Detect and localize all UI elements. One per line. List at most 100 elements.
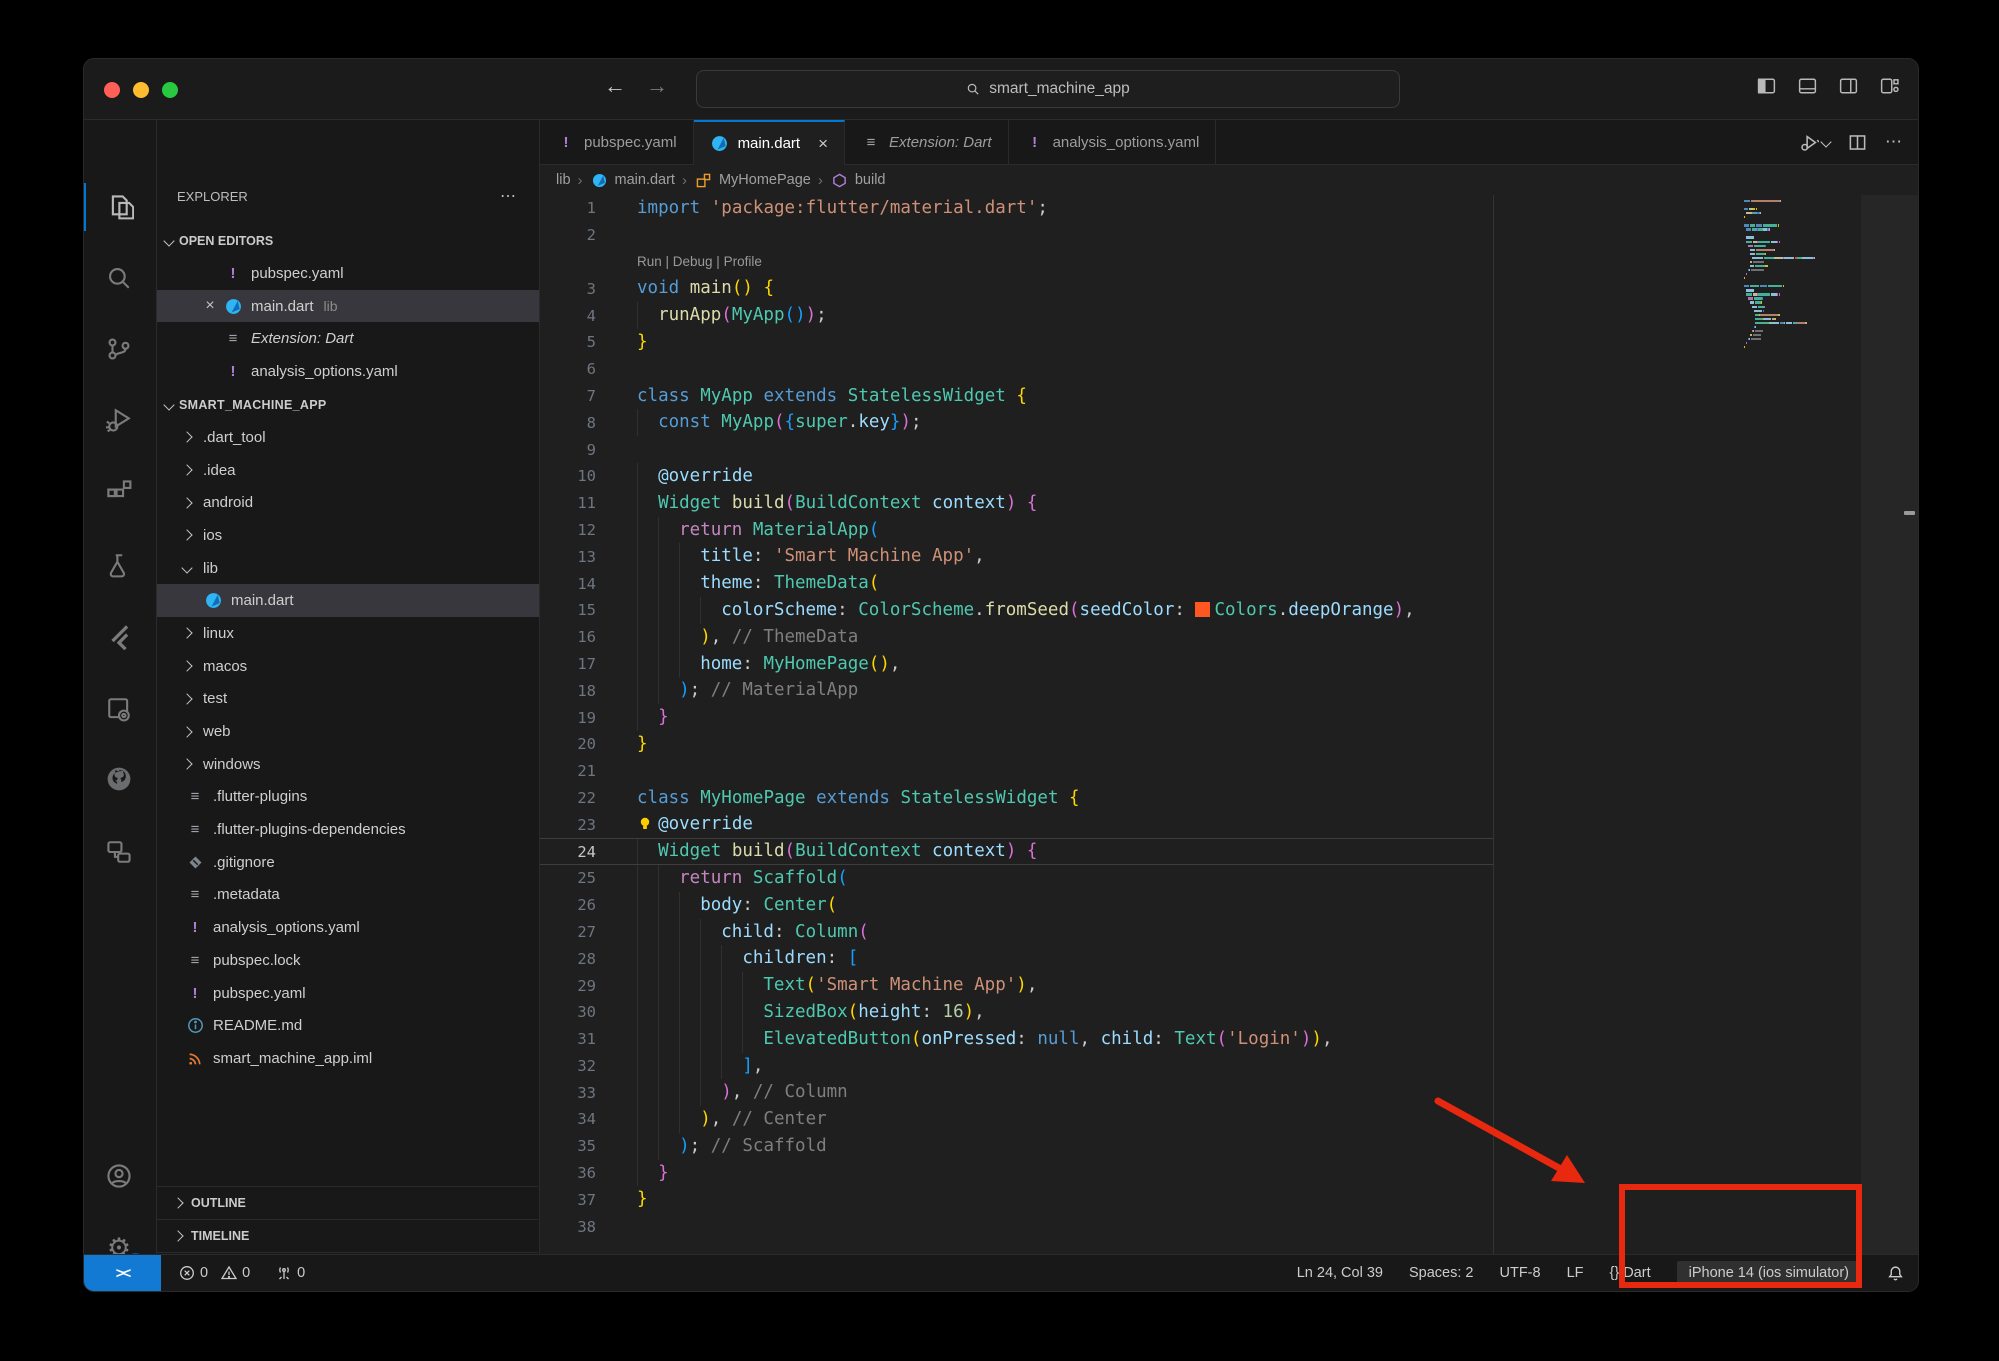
close-window-button[interactable] [104,82,120,98]
code-line-27[interactable]: 27child: Column( [540,919,1918,946]
tree-item-windows[interactable]: windows [157,748,539,781]
code-line-16[interactable]: 16), // ThemeData [540,624,1918,651]
code-line-10[interactable]: 10@override [540,463,1918,490]
open-editor-item[interactable]: ×main.dartlib [157,290,539,323]
tree-item--idea[interactable]: .idea [157,454,539,487]
code-line-3[interactable]: 3void main() { [540,275,1918,302]
code-line-20[interactable]: 20} [540,731,1918,758]
breadcrumb-item-build[interactable]: build [830,170,886,190]
tree-item-linux[interactable]: linux [157,617,539,650]
code-editor[interactable]: 1import 'package:flutter/material.dart';… [540,195,1918,1254]
tree-item--dart-tool[interactable]: .dart_tool [157,421,539,454]
line-col-indicator[interactable]: Ln 24, Col 39 [1297,1265,1383,1281]
project-section-header[interactable]: SMART_MACHINE_APP [165,388,326,421]
code-line-38[interactable]: 38 [540,1213,1918,1240]
code-line-37[interactable]: 37} [540,1186,1918,1213]
tree-item--flutter-plugins-dependencies[interactable]: ≡.flutter-plugins-dependencies [157,813,539,846]
more-actions[interactable]: ⋯ [1885,132,1902,152]
tree-item-smart-machine-app-iml[interactable]: smart_machine_app.iml [157,1042,539,1075]
code-line-18[interactable]: 18); // MaterialApp [540,677,1918,704]
minimize-window-button[interactable] [133,82,149,98]
open-editor-item[interactable]: ≡Extension: Dart [157,322,539,355]
code-line-29[interactable]: 29Text('Smart Machine App'), [540,972,1918,999]
activity-custom-editor-icon[interactable] [84,685,154,733]
code-line-36[interactable]: 36} [540,1160,1918,1187]
activity-remote-explorer-icon[interactable] [84,828,154,876]
code-line-31[interactable]: 31ElevatedButton(onPressed: null, child:… [540,1026,1918,1053]
code-line-5[interactable]: 5} [540,329,1918,356]
remote-indicator[interactable]: >< [84,1255,161,1291]
code-line-1[interactable]: 1import 'package:flutter/material.dart'; [540,195,1918,222]
tree-item-android[interactable]: android [157,486,539,519]
panel-header-outline[interactable]: OUTLINE [157,1186,538,1219]
code-line-34[interactable]: 34), // Center [540,1106,1918,1133]
sidebar-more-actions[interactable]: ⋯ [500,182,517,210]
open-editors-header[interactable]: OPEN EDITORS [165,224,273,257]
code-line-4[interactable]: 4runApp(MyApp()); [540,302,1918,329]
code-line-14[interactable]: 14theme: ThemeData( [540,570,1918,597]
codelens-links[interactable]: Run | Debug | Profile [637,254,762,269]
activity-source-control-icon[interactable] [84,325,154,373]
breadcrumb-item-lib[interactable]: lib [556,172,571,188]
breadcrumb-item-myhomepage[interactable]: MyHomePage [694,170,811,190]
activity-search-icon[interactable] [84,254,154,302]
code-line-26[interactable]: 26body: Center( [540,892,1918,919]
tree-item-lib[interactable]: lib [157,552,539,585]
indent-indicator[interactable]: Spaces: 2 [1409,1265,1474,1281]
code-line-22[interactable]: 22class MyHomePage extends StatelessWidg… [540,785,1918,812]
toggle-sidebar-icon[interactable] [1756,77,1777,95]
toggle-secondary-sidebar-icon[interactable] [1838,77,1859,95]
tab-analysis-options-yaml[interactable]: !analysis_options.yaml [1009,120,1217,164]
tree-item-test[interactable]: test [157,683,539,716]
code-line-13[interactable]: 13title: 'Smart Machine App', [540,543,1918,570]
notifications-bell-icon[interactable] [1887,1265,1904,1282]
code-line-11[interactable]: 11Widget build(BuildContext context) { [540,490,1918,517]
code-line-19[interactable]: 19} [540,704,1918,731]
tree-item-ios[interactable]: ios [157,519,539,552]
tree-item-readme-md[interactable]: README.md [157,1009,539,1042]
breadcrumb-item-main.dart[interactable]: main.dart [590,170,675,190]
minimap[interactable] [1744,199,1856,353]
run-or-debug-icon[interactable] [1800,133,1830,152]
code-line-2[interactable]: 2 [540,222,1918,249]
code-line-15[interactable]: 15colorScheme: ColorScheme.fromSeed(seed… [540,597,1918,624]
lightbulb-icon[interactable] [637,816,658,832]
encoding-indicator[interactable]: UTF-8 [1499,1265,1540,1281]
eol-indicator[interactable]: LF [1567,1265,1584,1281]
close-icon[interactable]: × [818,134,828,154]
code-line-30[interactable]: 30SizedBox(height: 16), [540,999,1918,1026]
code-line-6[interactable]: 6 [540,356,1918,383]
customize-layout-icon[interactable] [1879,77,1900,95]
open-editor-item[interactable]: !analysis_options.yaml [157,355,539,388]
code-line-21[interactable]: 21 [540,758,1918,785]
device-indicator[interactable]: iPhone 14 (ios simulator) [1677,1261,1861,1285]
panel-header-timeline[interactable]: TIMELINE [157,1219,538,1252]
command-center-search[interactable]: smart_machine_app [696,70,1400,108]
zoom-window-button[interactable] [162,82,178,98]
tree-item-pubspec-yaml[interactable]: !pubspec.yaml [157,977,539,1010]
code-line-28[interactable]: 28children: [ [540,945,1918,972]
code-line-8[interactable]: 8const MyApp({super.key}); [540,409,1918,436]
problems-indicator[interactable]: 0 0 [179,1265,250,1281]
code-line-25[interactable]: 25return Scaffold( [540,865,1918,892]
tree-item-main-dart[interactable]: main.dart [157,584,539,617]
tab-extension-dart[interactable]: ≡Extension: Dart [845,120,1009,164]
codelens[interactable]: Run | Debug | Profile [540,249,1918,276]
code-line-9[interactable]: 9 [540,436,1918,463]
code-line-12[interactable]: 12return MaterialApp( [540,517,1918,544]
activity-extensions-icon[interactable] [84,468,154,516]
tree-item-macos[interactable]: macos [157,650,539,683]
activity-explorer-icon[interactable] [84,183,156,231]
code-line-35[interactable]: 35); // Scaffold [540,1133,1918,1160]
code-line-33[interactable]: 33), // Column [540,1079,1918,1106]
tab-main-dart[interactable]: main.dart× [694,120,845,165]
tree-item--gitignore[interactable]: .gitignore [157,846,539,879]
activity-flutter-icon[interactable] [84,613,154,661]
activity-github-icon[interactable] [84,755,154,803]
code-line-32[interactable]: 32], [540,1053,1918,1080]
code-line-17[interactable]: 17home: MyHomePage(), [540,651,1918,678]
split-editor-icon[interactable] [1848,133,1867,152]
activity-run-debug-icon[interactable] [84,396,154,444]
activity-account-icon[interactable] [84,1152,154,1200]
tree-item-web[interactable]: web [157,715,539,748]
